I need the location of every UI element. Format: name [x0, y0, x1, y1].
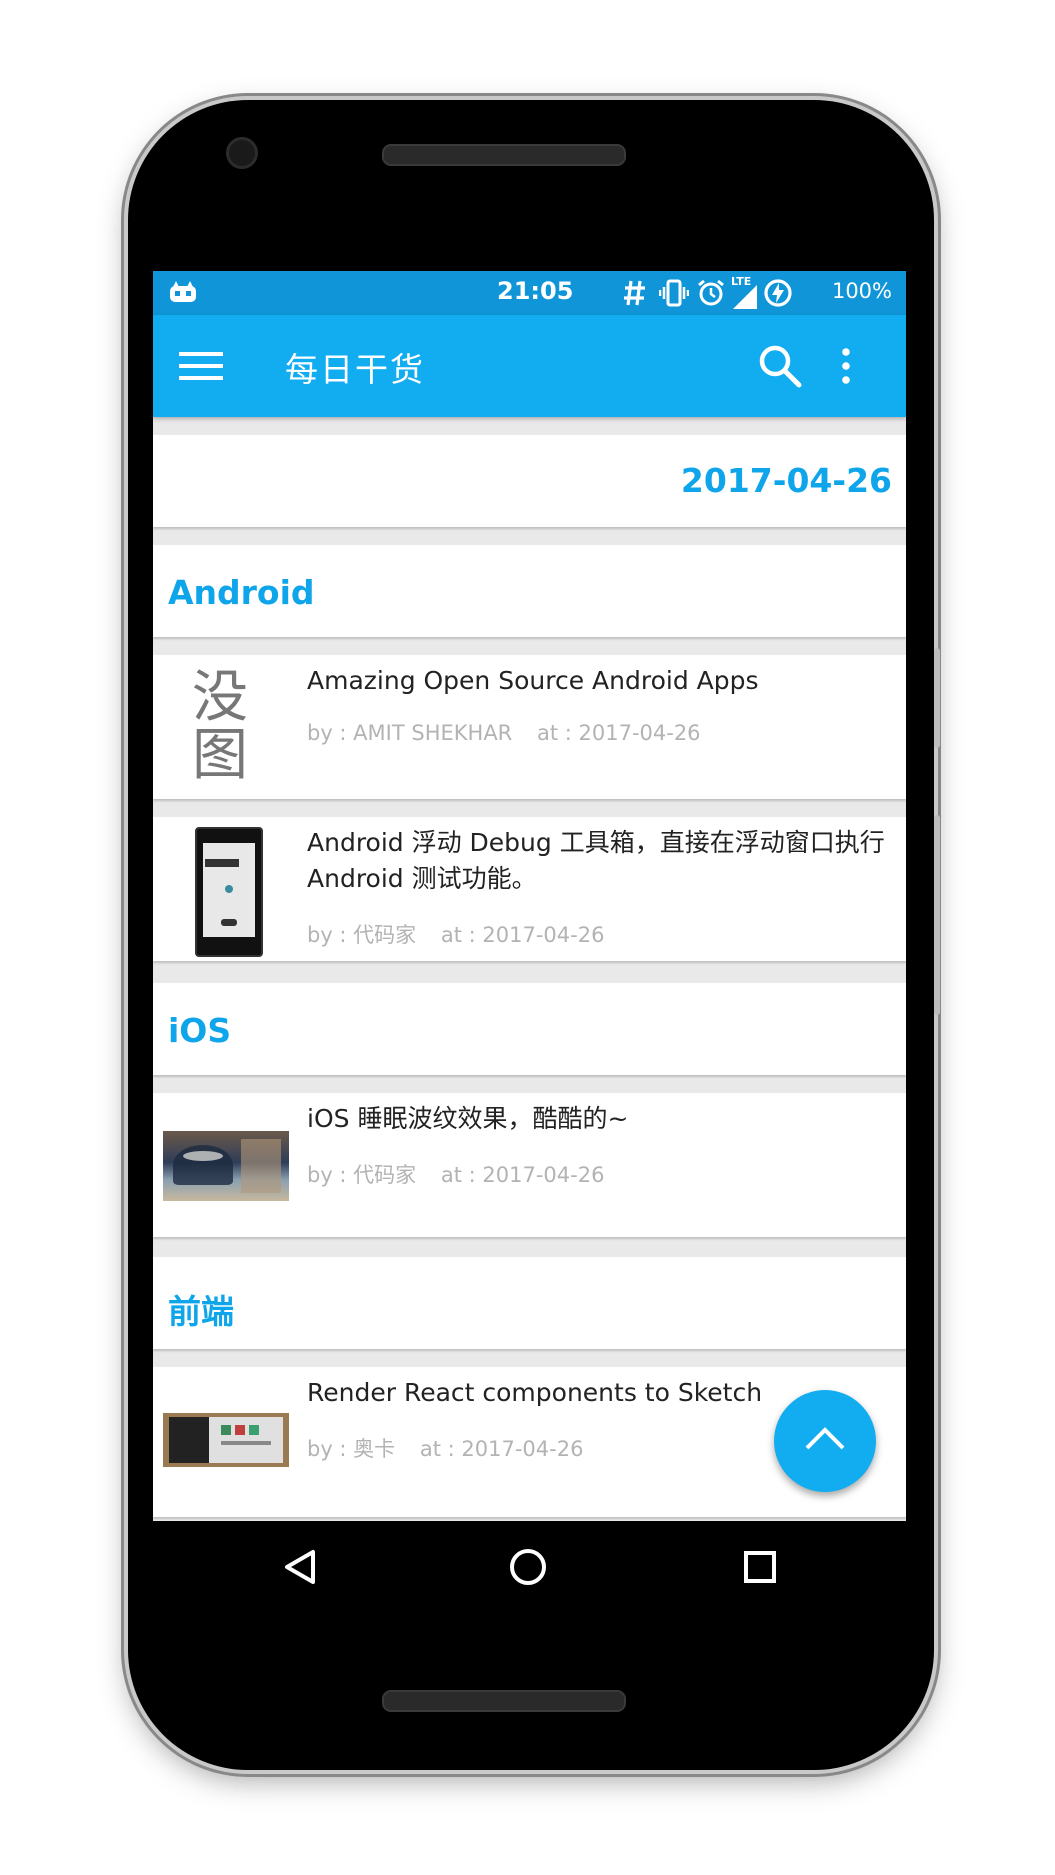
recents-icon[interactable]: [743, 1550, 777, 1584]
item-meta: by : AMIT SHEKHAR at : 2017-04-26: [307, 721, 719, 745]
alarm-icon: [698, 279, 724, 306]
item-meta: by : 奥卡 at : 2017-04-26: [307, 1433, 601, 1463]
signal-icon: [733, 285, 757, 309]
menu-icon[interactable]: [179, 349, 223, 383]
item-author: by : AMIT SHEKHAR: [307, 721, 513, 745]
item-author: by : 奥卡: [307, 1437, 396, 1461]
item-meta: by : 代码家 at : 2017-04-26: [307, 919, 622, 949]
item-title: Android 浮动 Debug 工具箱，直接在浮动窗口执行 Android 测…: [307, 828, 885, 893]
battery-charging-icon: [764, 279, 792, 307]
section-title: Android: [168, 573, 315, 612]
thumbnail-placeholder: 没图: [187, 669, 253, 787]
navigation-bar: [153, 1521, 906, 1611]
hash-icon: [624, 280, 645, 306]
item-author: by : 代码家: [307, 1163, 417, 1187]
item-author: by : 代码家: [307, 923, 417, 947]
section-title: 前端: [168, 1292, 234, 1331]
top-speaker: [382, 144, 626, 166]
item-title: iOS 睡眠波纹效果，酷酷的~: [307, 1104, 629, 1133]
item-date: at : 2017-04-26: [536, 721, 701, 745]
list-item[interactable]: 没图 Amazing Open Source Android Apps by :…: [153, 655, 906, 799]
power-button: [934, 648, 940, 748]
date-header: 2017-04-26: [680, 461, 892, 500]
chevron-up-icon: [805, 1427, 845, 1450]
item-date: at : 2017-04-26: [440, 1163, 605, 1187]
search-icon[interactable]: [757, 343, 803, 389]
date-header-card: 2017-04-26: [153, 435, 906, 527]
thumbnail-image: [163, 1413, 289, 1467]
more-vert-icon[interactable]: [840, 347, 852, 385]
no-image-text: 没图: [192, 669, 248, 787]
item-title: Amazing Open Source Android Apps: [307, 666, 759, 695]
battery-percentage: 100%: [831, 279, 892, 303]
app-title: 每日干货: [285, 350, 425, 389]
section-title: iOS: [168, 1011, 232, 1050]
bottom-speaker: [382, 1690, 626, 1712]
notification-icon: [170, 281, 196, 302]
thumbnail-image: [195, 827, 263, 957]
status-bar: 21:05 LTE 100%: [153, 271, 906, 315]
app-bar: 每日干货: [153, 315, 906, 417]
screen: 21:05 LTE 100% 每日干货 2017-04-26 Android 没…: [153, 271, 906, 1521]
front-camera: [226, 137, 258, 169]
scroll-to-top-button[interactable]: [774, 1390, 876, 1492]
item-date: at : 2017-04-26: [419, 1437, 584, 1461]
volume-button: [934, 815, 940, 1015]
list-item[interactable]: iOS 睡眠波纹效果，酷酷的~ by : 代码家 at : 2017-04-26: [153, 1093, 906, 1237]
home-icon[interactable]: [509, 1548, 547, 1586]
back-icon[interactable]: [283, 1549, 317, 1585]
list-item[interactable]: Android 浮动 Debug 工具箱，直接在浮动窗口执行 Android 测…: [153, 817, 906, 961]
section-header-ios: iOS: [153, 983, 906, 1075]
thumbnail-image: [163, 1131, 289, 1201]
vibrate-icon: [659, 279, 689, 307]
section-header-android: Android: [153, 545, 906, 637]
item-date: at : 2017-04-26: [440, 923, 605, 947]
item-meta: by : 代码家 at : 2017-04-26: [307, 1159, 622, 1189]
section-header-frontend: 前端: [153, 1257, 906, 1349]
status-time: 21:05: [497, 277, 574, 305]
